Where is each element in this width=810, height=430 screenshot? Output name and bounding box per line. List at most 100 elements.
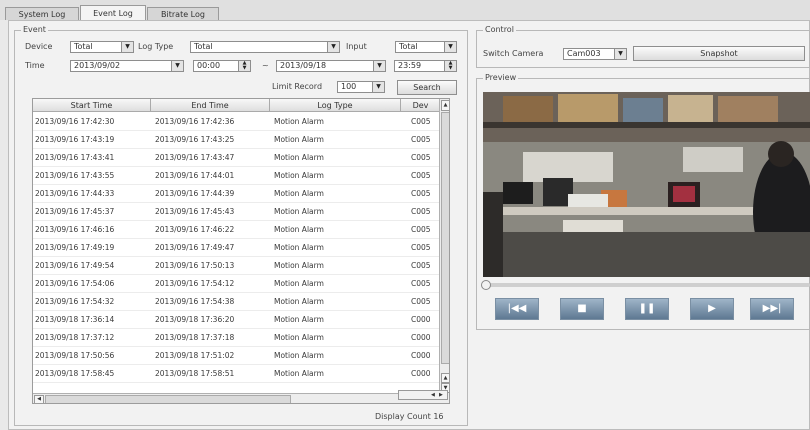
- display-count: Display Count 16: [375, 412, 444, 421]
- start-time-cell: 2013/09/16 17:43:55: [35, 171, 115, 180]
- search-button[interactable]: Search: [397, 80, 457, 95]
- scroll-left-icon[interactable]: ◀: [431, 391, 435, 399]
- limit-record-value: 100: [341, 82, 357, 91]
- end-time-cell: 2013/09/16 17:50:13: [155, 261, 235, 270]
- chevron-down-icon: ▼: [171, 61, 183, 71]
- start-time-cell: 2013/09/16 17:43:19: [35, 135, 115, 144]
- start-date-field[interactable]: 2013/09/02 ▼: [70, 60, 184, 72]
- device-label: Device: [25, 42, 53, 51]
- end-time-field[interactable]: 23:59 ▲ ▼: [394, 60, 457, 72]
- start-time-cell: 2013/09/18 17:36:14: [35, 315, 115, 324]
- start-time-cell: 2013/09/16 17:46:16: [35, 225, 115, 234]
- pause-button[interactable]: ❚❚: [625, 298, 669, 320]
- table-row[interactable]: 2013/09/16 17:43:19 2013/09/16 17:43:25 Mo…: [33, 131, 441, 149]
- table-row[interactable]: 2013/09/18 17:58:45 2013/09/18 17:58:51 Mo…: [33, 365, 441, 383]
- device-cell: C005: [411, 171, 431, 180]
- device-cell: C005: [411, 117, 431, 126]
- stop-button[interactable]: ■: [560, 298, 604, 320]
- start-time-field[interactable]: 00:00 ▲ ▼: [193, 60, 251, 72]
- end-time-cell: 2013/09/16 17:54:38: [155, 297, 235, 306]
- end-time-cell: 2013/09/16 17:54:12: [155, 279, 235, 288]
- table-row[interactable]: 2013/09/16 17:46:16 2013/09/16 17:46:22 Mo…: [33, 221, 441, 239]
- device-cell: C005: [411, 207, 431, 216]
- scroll-left-icon[interactable]: ◀: [34, 395, 44, 403]
- snapshot-button[interactable]: Snapshot: [633, 46, 805, 61]
- scroll-thumb[interactable]: [45, 395, 291, 403]
- table-row[interactable]: 2013/09/16 17:43:55 2013/09/16 17:44:01 Mo…: [33, 167, 441, 185]
- table-row[interactable]: 2013/09/16 17:54:06 2013/09/16 17:54:12 Mo…: [33, 275, 441, 293]
- input-label: Input: [346, 42, 367, 51]
- log-type-cell: Motion Alarm: [274, 369, 324, 378]
- device-select[interactable]: Total ▼: [70, 41, 134, 53]
- end-date-field[interactable]: 2013/09/18 ▼: [276, 60, 386, 72]
- limit-record-select[interactable]: 100 ▼: [337, 81, 385, 93]
- playback-progress-handle[interactable]: [481, 280, 491, 290]
- play-button[interactable]: ▶: [690, 298, 734, 320]
- input-value: Total: [399, 42, 418, 51]
- spinner-icon[interactable]: ▲ ▼: [444, 61, 456, 71]
- scroll-right-icon[interactable]: ▶: [439, 391, 443, 399]
- tab-bar: System Log Event Log Bitrate Log: [0, 0, 810, 21]
- horizontal-scrollbar[interactable]: ◀: [33, 393, 441, 403]
- start-time-cell: 2013/09/16 17:49:19: [35, 243, 115, 252]
- vertical-scrollbar[interactable]: ▲ ▲ ▼: [439, 99, 449, 403]
- device-cell: C005: [411, 135, 431, 144]
- header-device[interactable]: Dev: [401, 99, 441, 112]
- device-cell: C000: [411, 333, 431, 342]
- scroll-thumb[interactable]: [441, 112, 449, 364]
- spinner-icon[interactable]: ▲ ▼: [238, 61, 250, 71]
- tab-bitrate-log[interactable]: Bitrate Log: [147, 7, 219, 20]
- camera-select[interactable]: Cam003 ▼: [563, 48, 627, 60]
- device-cell: C005: [411, 297, 431, 306]
- table-row[interactable]: 2013/09/18 17:36:14 2013/09/18 17:36:20 Mo…: [33, 311, 441, 329]
- end-time-cell: 2013/09/16 17:43:47: [155, 153, 235, 162]
- table-row[interactable]: 2013/09/18 17:50:56 2013/09/18 17:51:02 Mo…: [33, 347, 441, 365]
- playback-progress-track[interactable]: [481, 280, 810, 290]
- log-type-cell: Motion Alarm: [274, 297, 324, 306]
- table-row[interactable]: 2013/09/16 17:42:30 2013/09/16 17:42:36 Mo…: [33, 113, 441, 131]
- end-time-cell: 2013/09/16 17:45:43: [155, 207, 235, 216]
- start-time-cell: 2013/09/18 17:37:12: [35, 333, 115, 342]
- device-cell: C005: [411, 243, 431, 252]
- end-time-cell: 2013/09/18 17:58:51: [155, 369, 235, 378]
- start-time-cell: 2013/09/16 17:54:32: [35, 297, 115, 306]
- table-row[interactable]: 2013/09/16 17:43:41 2013/09/16 17:43:47 Mo…: [33, 149, 441, 167]
- chevron-down-icon: ▼: [614, 49, 626, 59]
- chevron-down-icon: ▼: [372, 82, 384, 92]
- fast-forward-button[interactable]: ▶▶|: [750, 298, 794, 320]
- table-row[interactable]: 2013/09/16 17:45:37 2013/09/16 17:45:43 Mo…: [33, 203, 441, 221]
- tab-system-log[interactable]: System Log: [5, 7, 79, 20]
- table-row[interactable]: 2013/09/18 17:37:12 2013/09/18 17:37:18 Mo…: [33, 329, 441, 347]
- scroll-up-icon[interactable]: ▲: [441, 100, 449, 111]
- log-type-cell: Motion Alarm: [274, 117, 324, 126]
- camera-preview-video[interactable]: [483, 92, 810, 277]
- header-end-time[interactable]: End Time: [151, 99, 270, 112]
- table-row[interactable]: 2013/09/16 17:49:54 2013/09/16 17:50:13 Mo…: [33, 257, 441, 275]
- log-type-cell: Motion Alarm: [274, 243, 324, 252]
- start-date-value: 2013/09/02: [74, 61, 121, 70]
- device-cell: C005: [411, 153, 431, 162]
- end-time-cell: 2013/09/18 17:51:02: [155, 351, 235, 360]
- log-type-cell: Motion Alarm: [274, 279, 324, 288]
- control-legend: Control: [483, 25, 516, 34]
- input-select[interactable]: Total ▼: [395, 41, 457, 53]
- start-time-cell: 2013/09/16 17:42:30: [35, 117, 115, 126]
- log-type-cell: Motion Alarm: [274, 171, 324, 180]
- table-row[interactable]: 2013/09/16 17:44:33 2013/09/16 17:44:39 Mo…: [33, 185, 441, 203]
- tab-event-log[interactable]: Event Log: [80, 5, 146, 21]
- log-type-cell: Motion Alarm: [274, 261, 324, 270]
- device-cell: C005: [411, 189, 431, 198]
- office-scene-image: [483, 92, 810, 277]
- rewind-start-button[interactable]: |◀◀: [495, 298, 539, 320]
- table-row[interactable]: 2013/09/16 17:49:19 2013/09/16 17:49:47 Mo…: [33, 239, 441, 257]
- camera-value: Cam003: [567, 49, 601, 58]
- start-time-cell: 2013/09/16 17:54:06: [35, 279, 115, 288]
- device-cell: C000: [411, 369, 431, 378]
- header-start-time[interactable]: Start Time: [33, 99, 151, 112]
- scroll-up-icon[interactable]: ▲: [441, 373, 449, 383]
- table-row[interactable]: 2013/09/16 17:54:32 2013/09/16 17:54:38 Mo…: [33, 293, 441, 311]
- end-time-cell: 2013/09/18 17:36:20: [155, 315, 235, 324]
- header-log-type[interactable]: Log Type: [270, 99, 401, 112]
- log-type-select[interactable]: Total ▼: [190, 41, 340, 53]
- log-type-cell: Motion Alarm: [274, 315, 324, 324]
